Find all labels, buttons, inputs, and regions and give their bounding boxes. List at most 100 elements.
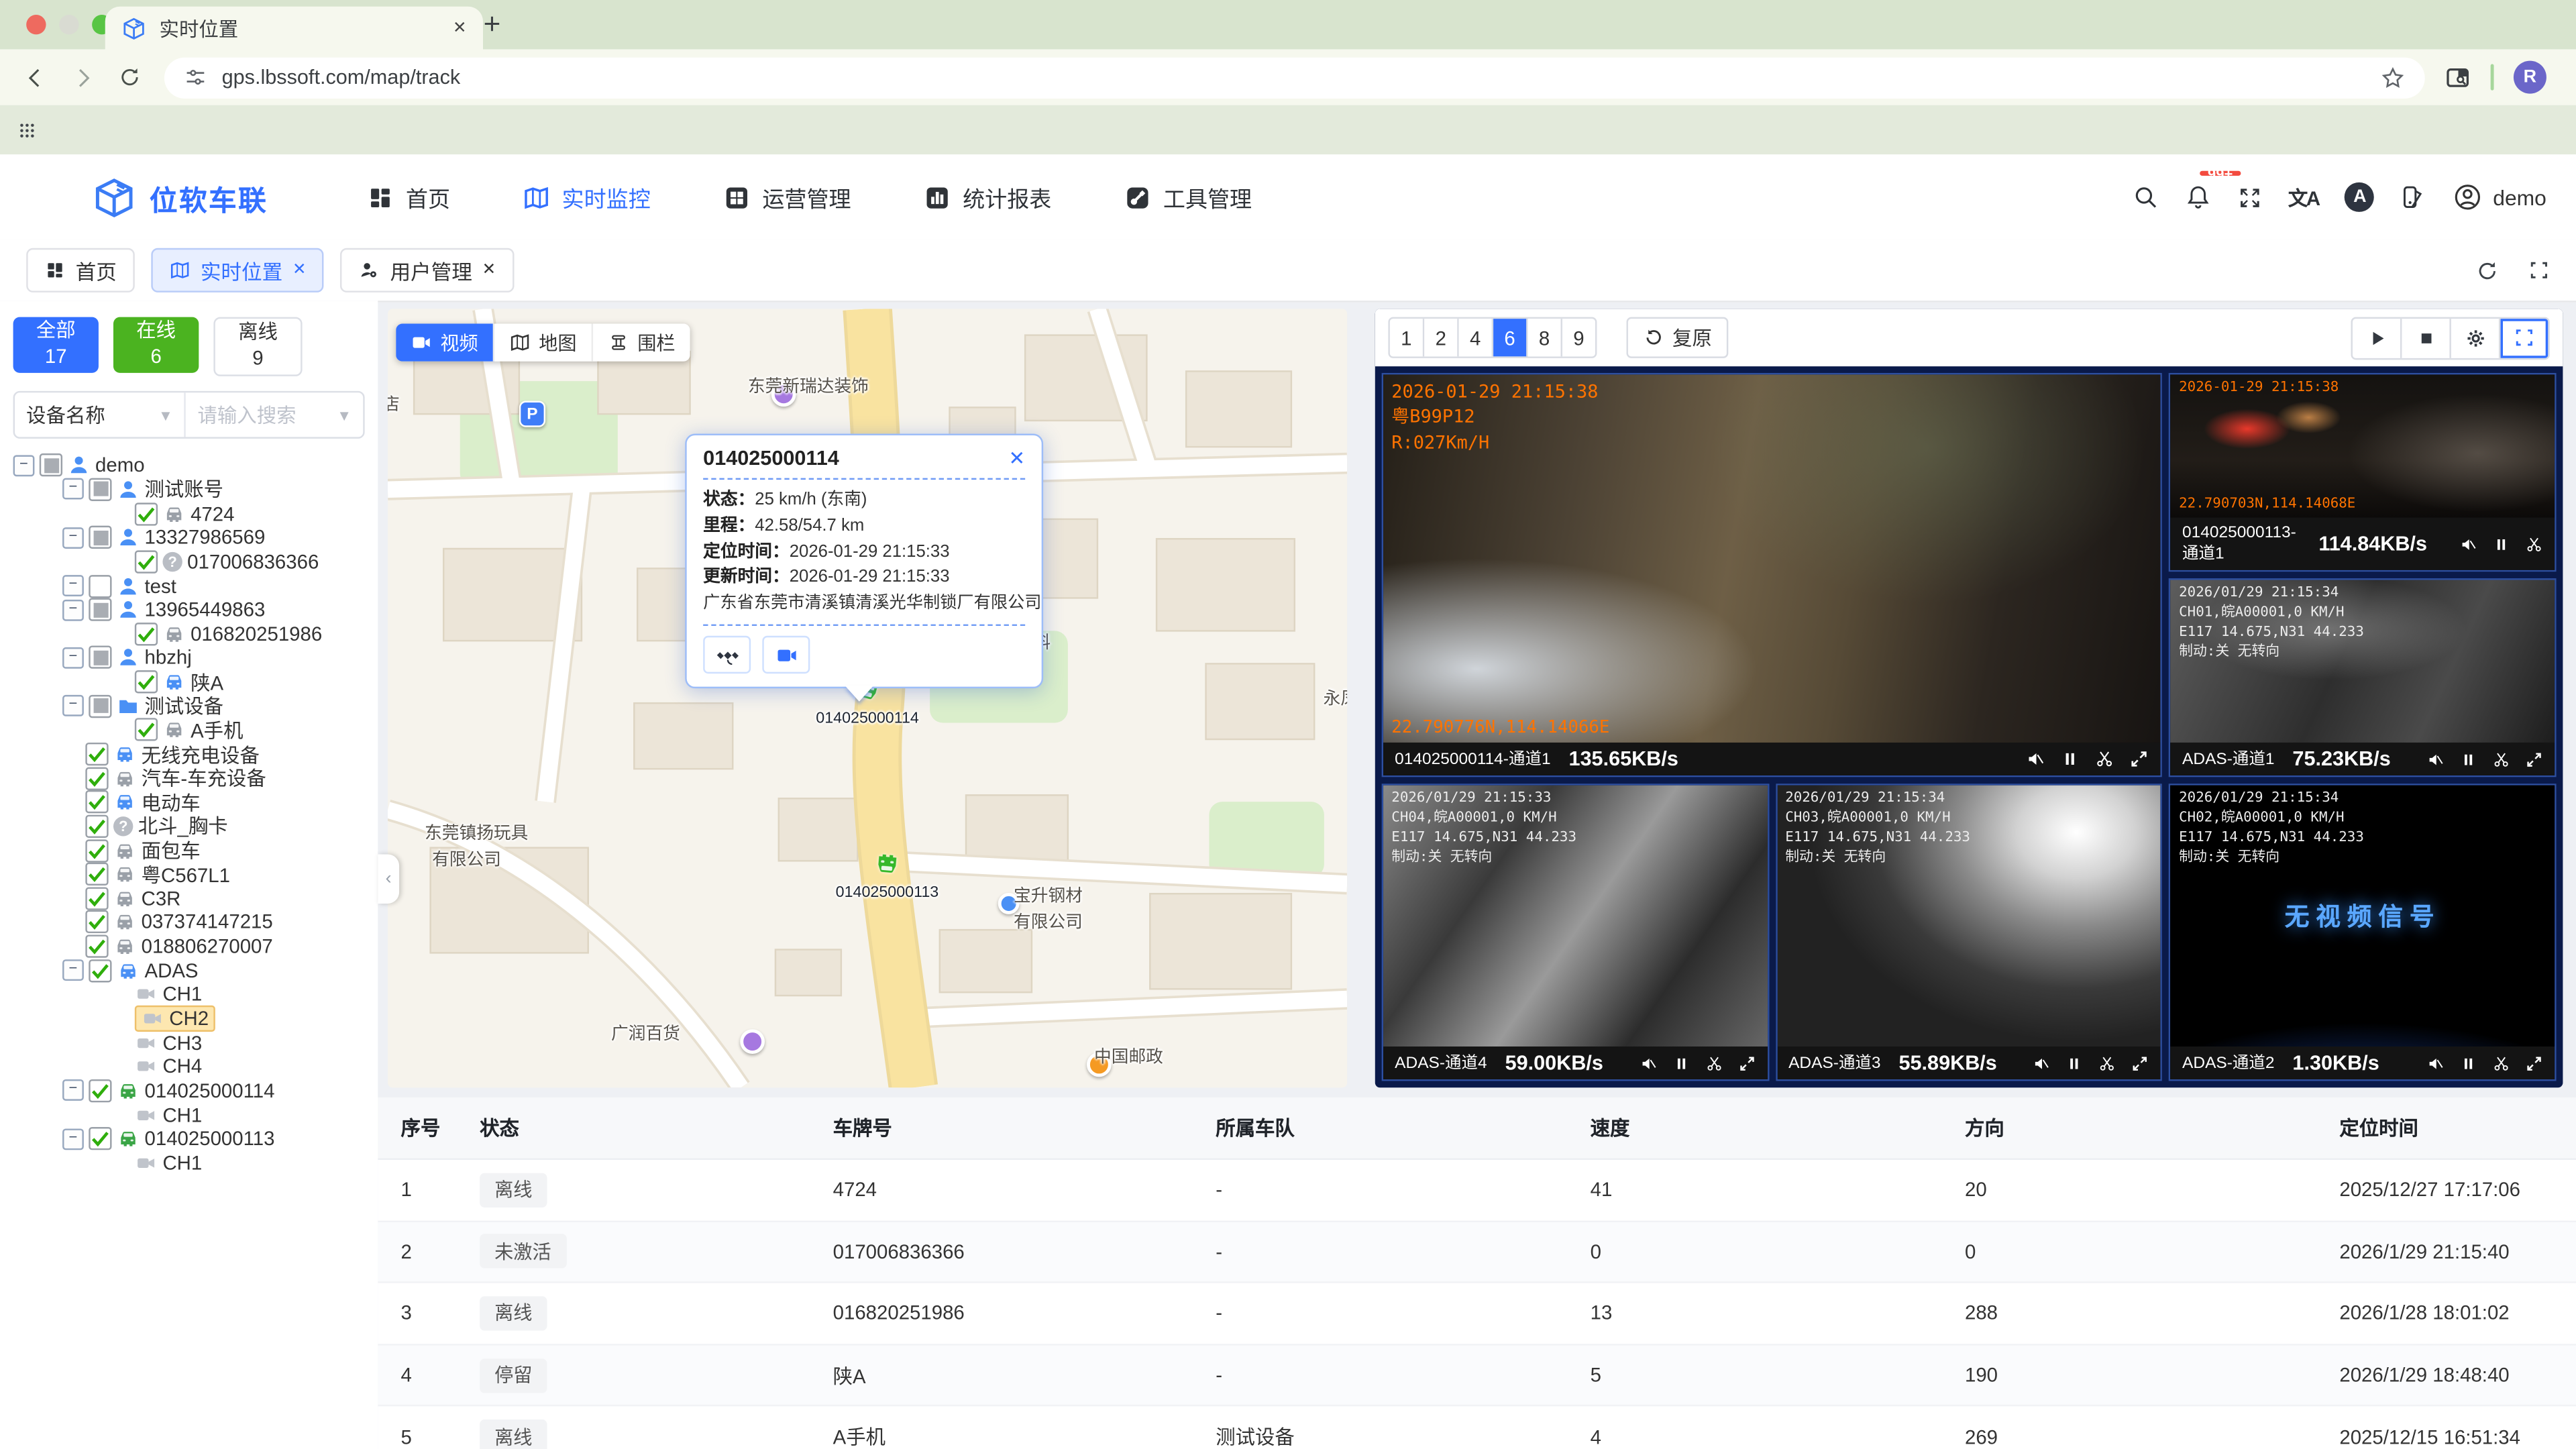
layout-6-button[interactable]: 6 <box>1493 319 1527 356</box>
expand-icon[interactable] <box>1737 1054 1756 1072</box>
apps-grid-icon[interactable] <box>16 119 38 141</box>
close-window-button[interactable] <box>26 15 46 34</box>
tree-checkbox-checked[interactable] <box>135 623 158 645</box>
tree-checkbox-checked[interactable] <box>85 743 108 765</box>
layout-1-button[interactable]: 1 <box>1390 319 1424 356</box>
tree-checkbox-checked[interactable] <box>135 718 158 741</box>
tree-expander-icon[interactable]: − <box>62 960 84 981</box>
table-row[interactable]: 5离线A手机测试设备42692025/12/15 16:51:34 <box>378 1407 2576 1449</box>
tree-expander-icon[interactable]: − <box>62 1128 84 1150</box>
expand-page-icon[interactable] <box>2528 259 2550 282</box>
tree-expander-icon[interactable]: − <box>62 575 84 596</box>
tree-checkbox-checked[interactable] <box>85 911 108 934</box>
browser-tab[interactable]: 实时位置 ✕ <box>105 7 483 50</box>
nav-item-0[interactable]: 首页 <box>366 180 450 213</box>
reload-icon[interactable] <box>118 66 141 89</box>
tree-item[interactable]: CH2 <box>3 1007 378 1031</box>
tree-item[interactable]: 陕A <box>3 670 378 694</box>
fullscreen-icon[interactable] <box>2237 185 2262 210</box>
forward-icon[interactable] <box>70 65 95 90</box>
tree-checkbox-partial[interactable] <box>89 598 111 621</box>
notifications-button[interactable]: 99+ <box>2185 184 2211 210</box>
scissors-icon[interactable] <box>1705 1054 1723 1072</box>
video-fullscreen-button[interactable] <box>2500 318 2548 358</box>
tab-close-icon[interactable]: ✕ <box>292 261 307 279</box>
popup-close-icon[interactable]: ✕ <box>1009 447 1026 470</box>
tab-close-icon[interactable]: ✕ <box>453 19 467 37</box>
tree-item[interactable]: −014025000113 <box>3 1127 378 1151</box>
tree-item[interactable]: 面包车 <box>3 839 378 863</box>
mute-icon[interactable] <box>2026 749 2045 769</box>
font-size-icon[interactable]: A <box>2345 182 2375 212</box>
tree-item[interactable]: −测试设备 <box>3 694 378 718</box>
scissors-icon[interactable] <box>2525 535 2543 553</box>
tree-item[interactable]: −13327986569 <box>3 525 378 549</box>
site-settings-icon[interactable] <box>184 66 207 89</box>
scissors-icon[interactable] <box>2492 1054 2510 1072</box>
video-tile-b2[interactable]: 2026/01/29 21:15:34 CH03,皖A00001,0 KM/H … <box>1776 784 2163 1081</box>
tree-item[interactable]: ?北斗_胸卡 <box>3 814 378 839</box>
tree-checkbox-partial[interactable] <box>89 478 111 501</box>
brand[interactable]: 位软车联 <box>92 175 268 219</box>
window-controls[interactable] <box>26 15 111 34</box>
back-icon[interactable] <box>23 65 48 90</box>
layout-8-button[interactable]: 8 <box>1528 319 1562 356</box>
stop-all-button[interactable] <box>2402 318 2451 358</box>
tree-item[interactable]: −测试账号 <box>3 478 378 502</box>
tree-item[interactable]: A手机 <box>3 718 378 742</box>
expand-icon[interactable] <box>2525 1054 2543 1072</box>
video-tile-r1[interactable]: 2026-01-29 21:15:3822.790703N,114.14068E… <box>2169 373 2556 572</box>
theme-palette-icon[interactable] <box>2401 184 2427 210</box>
browser-menu-icon[interactable] <box>2566 65 2576 90</box>
map-toolbar-1[interactable]: 地图 <box>494 323 593 361</box>
tree-expander-icon[interactable]: − <box>62 1080 84 1102</box>
map-canvas[interactable]: 店东莞新瑞达装饰P墙盛源装饰材料永凤东莞镇扬玩具有限公司宝升钢材有限公司广润百货… <box>388 309 1347 1087</box>
table-row[interactable]: 4停留陕A-51902026/1/29 18:48:40 <box>378 1345 2576 1407</box>
tab-close-icon[interactable]: ✕ <box>482 261 496 279</box>
tree-item[interactable]: −13965449863 <box>3 598 378 622</box>
search-icon[interactable] <box>2132 184 2158 210</box>
table-row[interactable]: 2未激活017006836366-002026/1/29 21:15:40 <box>378 1222 2576 1283</box>
tree-checkbox-checked[interactable] <box>85 935 108 958</box>
tree-item[interactable]: 无线充电设备 <box>3 742 378 766</box>
video-tile-main[interactable]: 2026-01-29 21:15:38 粤B99P12 R:027Km/H22.… <box>1382 373 2163 777</box>
tree-item[interactable]: CH3 <box>3 1030 378 1055</box>
pause-icon[interactable] <box>2459 1054 2477 1072</box>
scissors-icon[interactable] <box>2095 749 2114 769</box>
minimize-window-button[interactable] <box>59 15 78 34</box>
page-tab-0[interactable]: 首页 <box>26 248 135 292</box>
mute-icon[interactable] <box>1639 1054 1657 1072</box>
nav-item-4[interactable]: 工具管理 <box>1124 180 1252 213</box>
mute-icon[interactable] <box>2426 750 2445 768</box>
expand-icon[interactable] <box>2525 750 2543 768</box>
pause-icon[interactable] <box>2065 1054 2084 1072</box>
pause-icon[interactable] <box>2492 535 2510 553</box>
vehicle-marker[interactable] <box>873 850 902 878</box>
tree-item[interactable]: C3R <box>3 886 378 910</box>
tree-checkbox-checked[interactable] <box>89 1128 111 1150</box>
tree-checkbox-checked[interactable] <box>85 791 108 814</box>
tree-expander-icon[interactable]: − <box>62 647 84 669</box>
expand-icon[interactable] <box>2131 1054 2149 1072</box>
layout-9-button[interactable]: 9 <box>1562 319 1595 356</box>
tree-item[interactable]: 汽车-车充设备 <box>3 766 378 790</box>
tree-item[interactable]: ?017006836366 <box>3 549 378 574</box>
tree-expander-icon[interactable]: − <box>62 599 84 621</box>
page-tab-2[interactable]: 用户管理✕ <box>341 248 514 292</box>
tree-item[interactable]: 粤C567L1 <box>3 862 378 886</box>
tree-checkbox-partial[interactable] <box>89 526 111 549</box>
map-toolbar-0[interactable]: 视频 <box>396 323 494 361</box>
tree-item[interactable]: CH1 <box>3 983 378 1007</box>
tree-checkbox-partial[interactable] <box>89 694 111 717</box>
mute-icon[interactable] <box>2426 1054 2445 1072</box>
tree-checkbox-checked[interactable] <box>85 767 108 790</box>
tree-checkbox-checked[interactable] <box>85 839 108 861</box>
tree-checkbox-checked[interactable] <box>135 550 158 573</box>
video-tile-b3[interactable]: 2026/01/29 21:15:34 CH02,皖A00001,0 KM/H … <box>2169 784 2556 1081</box>
tree-checkbox-partial[interactable] <box>89 647 111 669</box>
browser-profile-avatar[interactable]: R <box>2514 61 2546 94</box>
bookmark-star-icon[interactable] <box>2381 65 2406 90</box>
tree-item[interactable]: −014025000114 <box>3 1079 378 1103</box>
pause-icon[interactable] <box>1672 1054 1690 1072</box>
scissors-icon[interactable] <box>2492 750 2510 768</box>
